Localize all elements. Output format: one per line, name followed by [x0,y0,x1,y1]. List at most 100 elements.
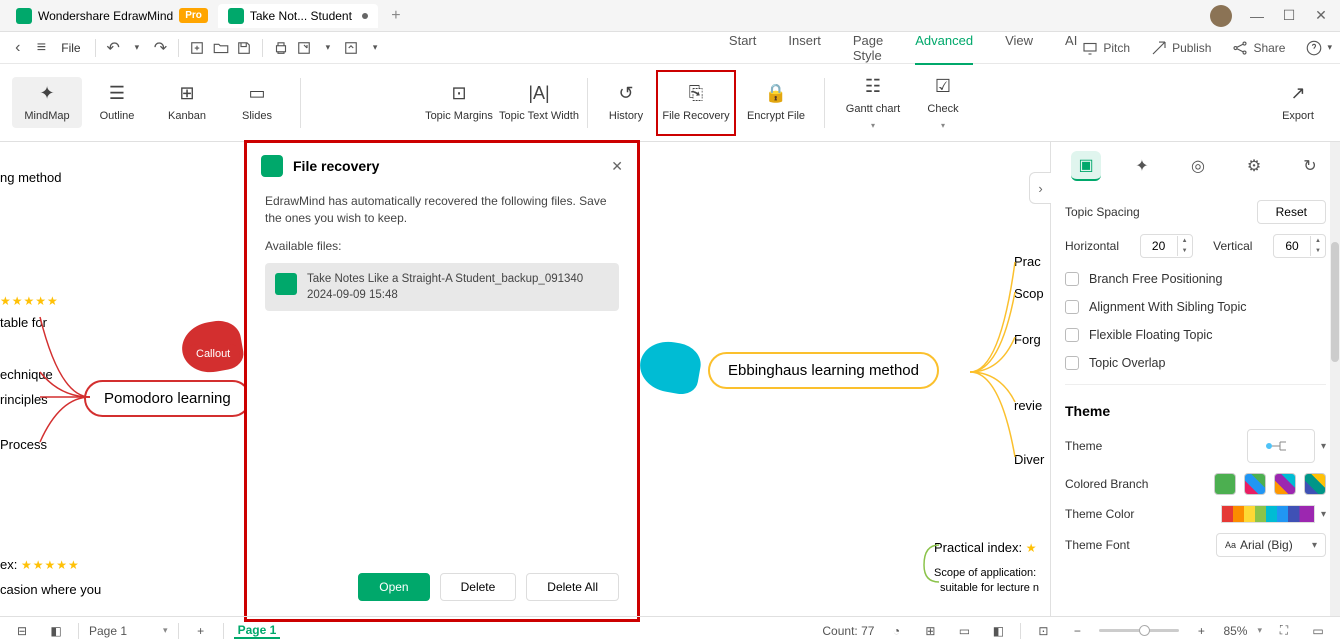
flexible-floating-checkbox[interactable]: Flexible Floating Topic [1065,328,1326,342]
slider-thumb[interactable] [1139,625,1150,636]
topic-fragment[interactable]: ng method [0,170,61,185]
horizontal-spinner[interactable]: ▲▼ [1140,234,1193,258]
panel-tab-map[interactable]: ◎ [1183,151,1213,181]
branch-free-checkbox[interactable]: Branch Free Positioning [1065,272,1326,286]
theme-font-select[interactable]: Aa Arial (Big) ▾ [1216,533,1326,557]
sb-icon-2[interactable]: ⊞ [918,619,942,643]
zoom-out-button[interactable]: − [1065,619,1089,643]
user-avatar[interactable] [1210,5,1232,27]
view-mindmap[interactable]: ✦MindMap [12,77,82,128]
horizontal-input[interactable] [1141,239,1177,253]
panel-tab-style[interactable]: ✦ [1127,151,1157,181]
tool-text-width[interactable]: |A|Topic Text Width [499,83,579,122]
pitch-button[interactable]: Pitch [1081,39,1130,57]
help-button[interactable]: ▾ [1305,39,1332,57]
topic-fragment[interactable]: casion where you [0,582,101,597]
topic-ebbinghaus[interactable]: Ebbinghaus learning method [708,352,939,389]
delete-button[interactable]: Delete [440,573,517,601]
close-button[interactable]: ✕ [1314,9,1328,23]
topic-fragment[interactable]: Scope of application: [934,567,1036,579]
tab-add-button[interactable]: + [386,6,406,26]
branch-swatch-2[interactable] [1244,473,1266,495]
open-button[interactable]: Open [358,573,429,601]
save-button[interactable] [234,36,254,60]
branch-swatch-4[interactable] [1304,473,1326,495]
align-sibling-checkbox[interactable]: Alignment With Sibling Topic [1065,300,1326,314]
menu-view[interactable]: View [1005,31,1033,65]
theme-preview[interactable] [1247,429,1315,463]
tool-file-recovery[interactable]: ⎘File Recovery [656,70,736,136]
undo-dropdown[interactable]: ▾ [127,36,147,60]
tool-history[interactable]: ↺History [596,83,656,122]
undo-button[interactable]: ↶ [103,36,123,60]
page-selector[interactable]: Page 1▾ [89,624,168,638]
tool-export[interactable]: ↗Export [1268,83,1328,122]
spin-up-icon[interactable]: ▲ [1178,236,1192,246]
print-button[interactable] [271,36,291,60]
topic-pomodoro[interactable]: Pomodoro learning [84,380,251,417]
sidebar-toggle[interactable]: ◧ [44,619,68,643]
fullscreen-button[interactable]: ⛶ [1272,619,1296,643]
share-dropdown[interactable]: ▾ [365,36,385,60]
theme-color-strip[interactable] [1221,505,1315,523]
vertical-spinner[interactable]: ▲▼ [1273,234,1326,258]
tab-app[interactable]: Wondershare EdrawMind Pro [6,4,218,28]
topic-fragment[interactable]: Practical index: ★ [934,540,1038,555]
file-menu[interactable]: File [55,41,86,55]
reset-button[interactable]: Reset [1257,200,1326,224]
tool-topic-margins[interactable]: ⊡Topic Margins [419,83,499,122]
view-outline[interactable]: ☰Outline [82,77,152,128]
branch-swatch-1[interactable] [1214,473,1236,495]
topic-overlap-checkbox[interactable]: Topic Overlap [1065,356,1326,370]
chevron-down-icon[interactable]: ▾ [1321,509,1326,520]
modal-close-button[interactable]: ✕ [611,158,623,175]
zoom-slider[interactable] [1099,629,1179,632]
menu-advanced[interactable]: Advanced [915,31,973,65]
panel-tab-history[interactable]: ↻ [1295,151,1325,181]
tab-document[interactable]: Take Not... Student [218,4,378,28]
panel-collapse-button[interactable]: › [1029,172,1051,204]
minimize-button[interactable]: — [1250,9,1264,23]
publish-button[interactable]: Publish [1150,39,1211,57]
menu-ai[interactable]: AI [1065,31,1077,65]
view-kanban[interactable]: ⊞Kanban [152,77,222,128]
share-action[interactable]: Share [1231,39,1285,57]
scroll-thumb[interactable] [1331,242,1339,362]
menu-page-style[interactable]: Page Style [853,31,883,65]
vertical-input[interactable] [1274,239,1310,253]
branch-swatch-3[interactable] [1274,473,1296,495]
topic-fragment[interactable]: ex: ★★★★★ [0,557,80,572]
sb-icon-4[interactable]: ◧ [986,619,1010,643]
delete-all-button[interactable]: Delete All [526,573,619,601]
export-dropdown[interactable]: ▾ [318,36,338,60]
panel-tab-layout[interactable]: ▣ [1071,151,1101,181]
panel-scrollbar[interactable] [1330,142,1340,616]
redo-button[interactable]: ↷ [151,36,171,60]
add-page-button[interactable]: + [189,619,213,643]
menu-button[interactable]: ≡ [32,36,52,60]
view-slides[interactable]: ▭Slides [222,77,292,128]
open-button[interactable] [211,36,231,60]
page-tab-1[interactable]: Page 1 [234,623,281,639]
menu-start[interactable]: Start [729,31,756,65]
new-button[interactable] [187,36,207,60]
outline-toggle[interactable]: ⊟ [10,619,34,643]
zoom-in-button[interactable]: + [1189,619,1213,643]
spin-up-icon[interactable]: ▲ [1311,236,1325,246]
chevron-down-icon[interactable]: ▾ [1321,441,1326,452]
tool-gantt[interactable]: ☷Gantt chart▾ [833,76,913,130]
menu-insert[interactable]: Insert [788,31,821,65]
sb-last-button[interactable]: ▭ [1306,619,1330,643]
sb-icon-1[interactable]: ◔ [884,619,908,643]
recovered-file-item[interactable]: Take Notes Like a Straight-A Student_bac… [265,263,619,311]
tool-encrypt[interactable]: 🔒Encrypt File [736,83,816,122]
back-button[interactable]: ‹ [8,36,28,60]
topic-fragment[interactable]: suitable for lecture n [940,582,1039,594]
panel-tab-settings[interactable]: ⚙ [1239,151,1269,181]
zoom-dropdown[interactable]: ▾ [1257,625,1262,636]
tool-check[interactable]: ☑Check▾ [913,76,973,130]
sb-icon-3[interactable]: ▭ [952,619,976,643]
export-button[interactable] [294,36,314,60]
spin-down-icon[interactable]: ▼ [1178,246,1192,256]
spin-down-icon[interactable]: ▼ [1311,246,1325,256]
